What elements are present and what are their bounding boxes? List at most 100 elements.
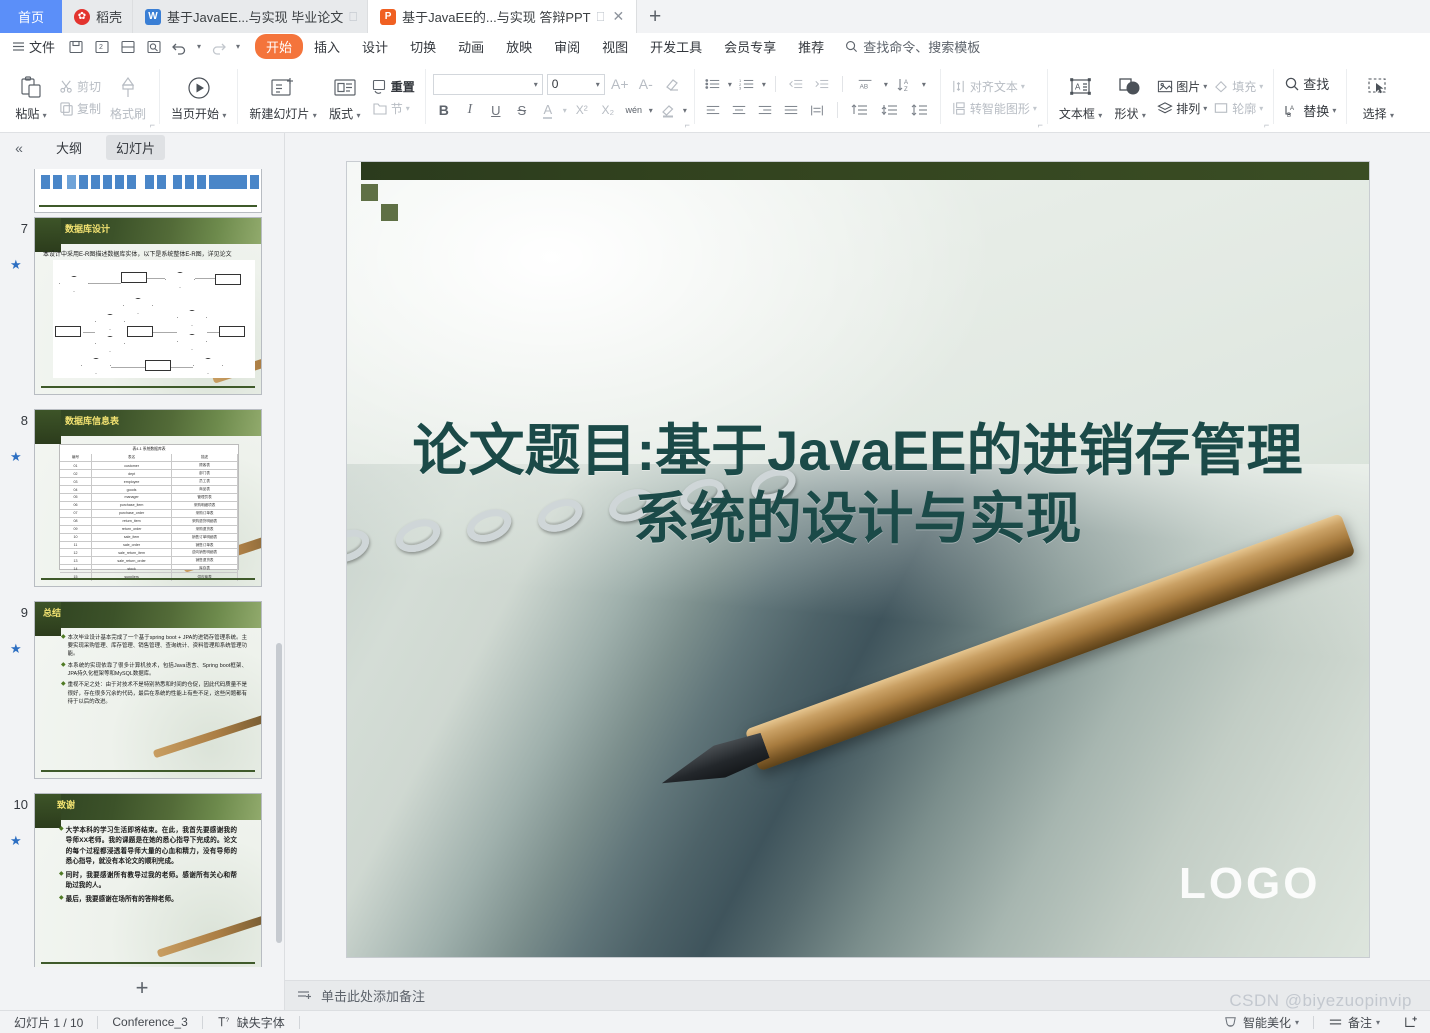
font-name-combobox[interactable]: ▾ bbox=[432, 73, 543, 95]
slide-title-text[interactable]: 论文题目:基于JavaEE的进销存管理系统的设计与实现 bbox=[347, 417, 1369, 554]
notes-pane[interactable]: 单击此处添加备注 bbox=[285, 980, 1430, 1010]
redo-icon[interactable] bbox=[205, 36, 231, 58]
font-dialog-launcher[interactable]: ⌐ bbox=[685, 120, 690, 130]
space-before-button[interactable] bbox=[847, 100, 873, 121]
superscript-button[interactable]: X² bbox=[571, 100, 593, 121]
customize-icon[interactable]: ▾ bbox=[231, 36, 245, 58]
pin-icon[interactable]: ⎕ bbox=[597, 9, 605, 25]
font-color-button[interactable]: A bbox=[537, 100, 559, 121]
ribbon-tab-review[interactable]: 审阅 bbox=[543, 35, 591, 58]
notes-toggle-button[interactable]: 备注 ▾ bbox=[1314, 1014, 1394, 1031]
ribbon-tab-start[interactable]: 开始 bbox=[255, 34, 304, 59]
doc-tab-thesis[interactable]: W 基于JavaEE...与实现 毕业论文 ⎕ bbox=[133, 0, 369, 33]
tab-outline[interactable]: 大纲 bbox=[46, 135, 92, 160]
bold-button[interactable]: B bbox=[433, 100, 455, 121]
italic-button[interactable]: I bbox=[459, 100, 481, 121]
space-after-button[interactable] bbox=[877, 100, 903, 121]
ribbon-tab-view[interactable]: 视图 bbox=[591, 35, 639, 58]
increase-font-size-button[interactable]: A+ bbox=[609, 74, 631, 95]
ribbon-tab-slideshow[interactable]: 放映 bbox=[495, 35, 543, 58]
select-button[interactable]: 选择 ▾ bbox=[1354, 73, 1402, 122]
format-painter-button[interactable]: 格式刷 bbox=[104, 73, 152, 122]
increase-indent-button[interactable] bbox=[811, 74, 833, 95]
font-size-combobox[interactable]: 0 ▾ bbox=[546, 73, 605, 95]
slide-thumbnail[interactable]: 总结 ◆ 本次毕业设计基本完成了一个基于spring boot + JPA的进销… bbox=[34, 600, 262, 779]
subscript-button[interactable]: X₂ bbox=[597, 100, 619, 121]
fit-to-window-button[interactable] bbox=[1394, 1014, 1430, 1030]
home-tab[interactable]: 首页 bbox=[0, 0, 62, 33]
bullets-button[interactable] bbox=[702, 74, 724, 95]
slide-thumbnail[interactable] bbox=[34, 168, 262, 213]
ribbon-tab-animation[interactable]: 动画 bbox=[447, 35, 495, 58]
phonetic-guide-button[interactable]: wén bbox=[623, 100, 645, 121]
align-center-button[interactable] bbox=[728, 100, 750, 121]
copy-button[interactable]: 复制 bbox=[55, 99, 104, 118]
list-item[interactable]: 8 ★ 数据库信息表 表4-1 系统数据库表 编号 表名 描述 01 custo… bbox=[0, 405, 284, 597]
fill-button[interactable]: 填充 ▾ bbox=[1210, 77, 1266, 96]
doc-tab-ppt[interactable]: P 基于JavaEE的...与实现 答辩PPT ⎕ ✕ bbox=[368, 0, 638, 33]
highlight-button[interactable] bbox=[657, 100, 679, 121]
list-item[interactable]: 10 ★ 致谢 ◆ 大学本科的学习生活即将结束。在此，我首先要感谢我的导师XX老… bbox=[0, 789, 284, 967]
convert-smartart-button[interactable]: 转智能图形 ▾ bbox=[948, 99, 1040, 118]
theme-name[interactable]: Conference_3 bbox=[98, 1015, 201, 1029]
paragraph-dialog-launcher[interactable]: ⌐ bbox=[1038, 120, 1043, 130]
chevron-down-icon[interactable]: ▾ bbox=[1295, 1018, 1299, 1027]
layout-button[interactable]: 版式 ▾ bbox=[321, 73, 369, 122]
text-direction-button[interactable]: AB bbox=[852, 74, 880, 95]
current-slide[interactable]: 论文题目:基于JavaEE的进销存管理系统的设计与实现 LOGO bbox=[346, 162, 1369, 957]
picture-button[interactable]: 图片 ▾ bbox=[1154, 77, 1210, 96]
justify-button[interactable] bbox=[780, 100, 802, 121]
undo-icon[interactable] bbox=[167, 36, 193, 58]
file-menu[interactable]: 文件 bbox=[6, 37, 63, 56]
align-left-button[interactable] bbox=[702, 100, 724, 121]
textbox-button[interactable]: A 文本框 ▾ bbox=[1055, 73, 1106, 122]
line-spacing-button[interactable] bbox=[907, 100, 933, 121]
beautify-button[interactable]: 智能美化 ▾ bbox=[1209, 1014, 1313, 1031]
insert-dialog-launcher[interactable]: ⌐ bbox=[1264, 120, 1269, 130]
slide-thumbnail[interactable]: 致谢 ◆ 大学本科的学习生活即将结束。在此，我首先要感谢我的导师XX老师。我的课… bbox=[34, 792, 262, 967]
close-icon[interactable]: ✕ bbox=[610, 8, 626, 25]
new-slide-button[interactable]: 新建幻灯片 ▾ bbox=[245, 73, 320, 122]
find-button[interactable]: 查找 bbox=[1281, 73, 1339, 94]
ribbon-tab-recommend[interactable]: 推荐 bbox=[787, 35, 835, 58]
tab-slides[interactable]: 幻灯片 bbox=[106, 135, 166, 161]
chevron-down-icon[interactable]: ▾ bbox=[1376, 1018, 1380, 1027]
clipboard-dialog-launcher[interactable]: ⌐ bbox=[150, 120, 155, 130]
undo-caret-icon[interactable]: ▾ bbox=[193, 36, 205, 58]
cut-button[interactable]: 剪切 bbox=[55, 77, 104, 96]
add-slide-button[interactable]: + bbox=[0, 967, 284, 1010]
decrease-indent-button[interactable] bbox=[785, 74, 807, 95]
print-icon[interactable] bbox=[115, 36, 141, 58]
numbering-button[interactable]: 1 2 3 bbox=[736, 74, 758, 95]
arrange-button[interactable]: 排列 ▾ bbox=[1154, 99, 1210, 118]
clear-format-button[interactable] bbox=[661, 74, 683, 95]
command-search[interactable]: 查找命令、搜索模板 bbox=[843, 37, 980, 56]
ribbon-tab-transition[interactable]: 切换 bbox=[399, 35, 447, 58]
logo-placeholder[interactable]: LOGO bbox=[1179, 859, 1321, 909]
slide-list[interactable]: 7 ★ 数据库设计 本设计中采用E-R图描述数据库实体，以下是系统整体E-R图，… bbox=[0, 163, 284, 967]
print-preview-icon[interactable] bbox=[141, 36, 167, 58]
pin-icon[interactable]: ⎕ bbox=[349, 9, 357, 25]
strikethrough-button[interactable]: S bbox=[511, 100, 533, 121]
ribbon-tab-devtools[interactable]: 开发工具 bbox=[639, 35, 713, 58]
slide-thumbnail[interactable]: 数据库信息表 表4-1 系统数据库表 编号 表名 描述 01 customer bbox=[34, 408, 262, 587]
align-text-button[interactable]: 对齐文本 ▾ bbox=[948, 77, 1040, 96]
slide-list-scrollbar[interactable] bbox=[276, 642, 282, 943]
replace-button[interactable]: A B 替换 ▾ bbox=[1281, 100, 1339, 121]
save-as-icon[interactable]: 2 bbox=[89, 36, 115, 58]
list-item[interactable] bbox=[0, 165, 284, 213]
start-from-current-button[interactable]: 当页开始 ▾ bbox=[167, 73, 230, 122]
sort-button[interactable]: A Z bbox=[892, 74, 918, 95]
decrease-font-size-button[interactable]: A- bbox=[635, 74, 657, 95]
align-right-button[interactable] bbox=[754, 100, 776, 121]
shape-button[interactable]: 形状 ▾ bbox=[1106, 73, 1154, 122]
doc-tab-daoke[interactable]: ✿ 稻壳 bbox=[62, 0, 134, 33]
underline-button[interactable]: U bbox=[485, 100, 507, 121]
missing-font-indicator[interactable]: ? 缺失字体 bbox=[203, 1014, 299, 1031]
reset-button[interactable]: 重置 bbox=[369, 77, 418, 96]
section-button[interactable]: 节 ▾ bbox=[369, 99, 418, 118]
ribbon-tab-member[interactable]: 会员专享 bbox=[713, 35, 787, 58]
distribute-button[interactable] bbox=[806, 100, 828, 121]
outline-button[interactable]: 轮廓 ▾ bbox=[1210, 99, 1266, 118]
paste-button[interactable]: 粘贴 ▾ bbox=[7, 73, 55, 122]
